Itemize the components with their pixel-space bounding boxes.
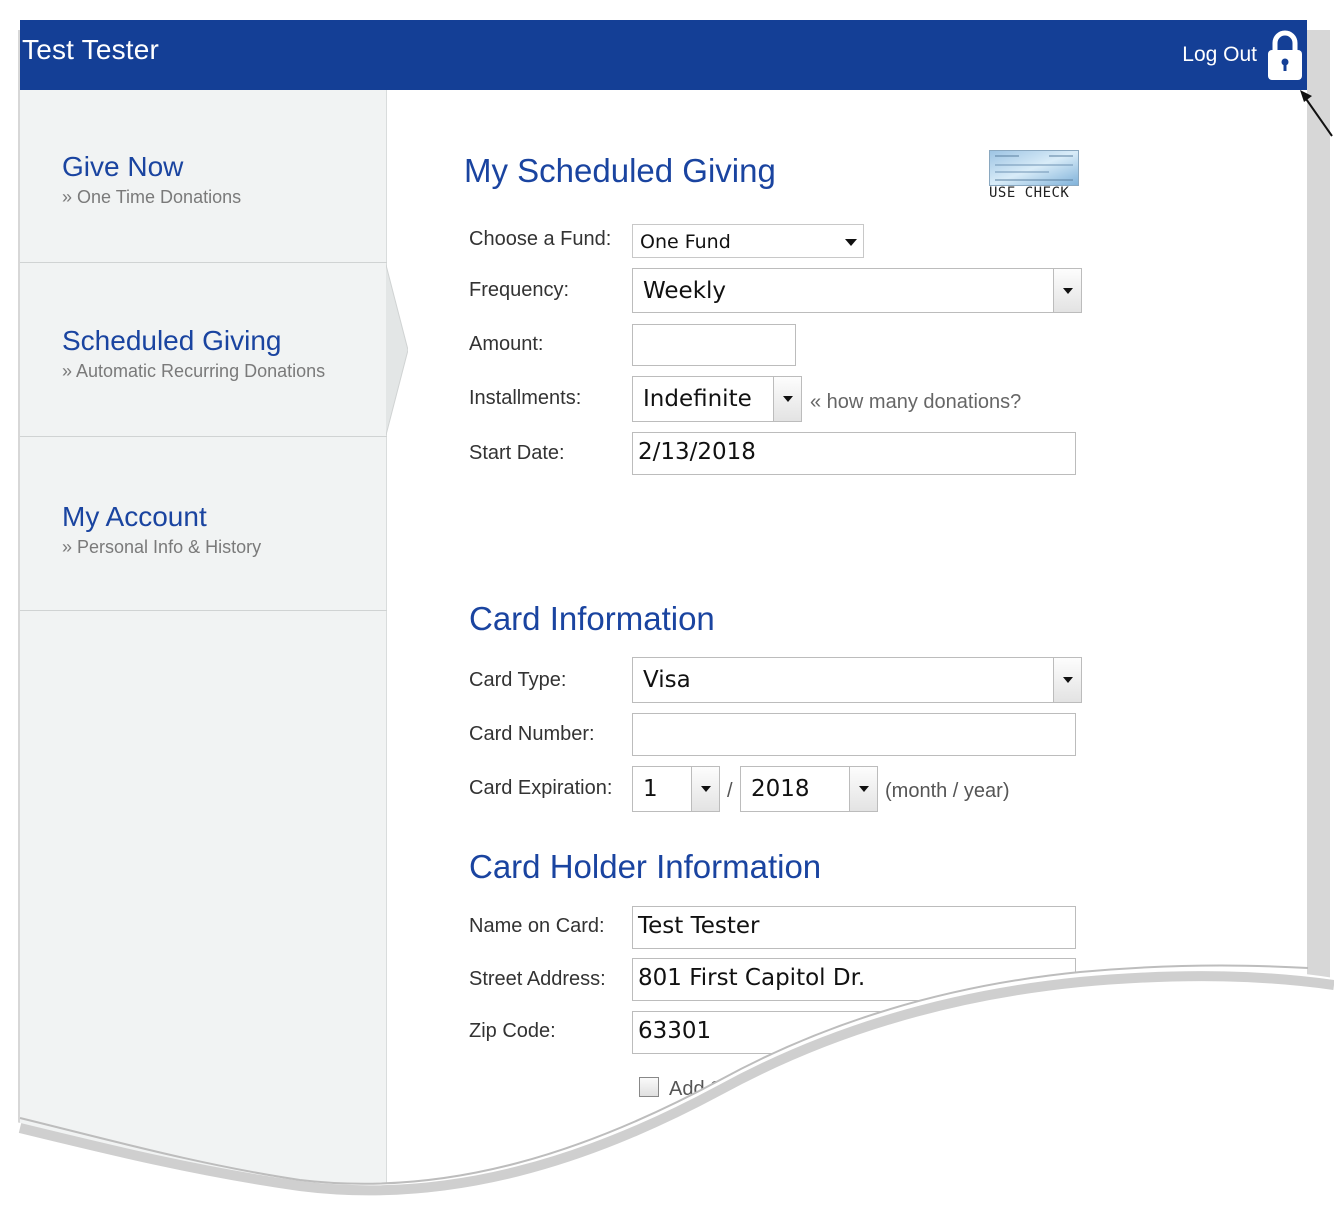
frequency-value: Weekly [643,278,727,304]
card-number-label: Card Number: [469,723,595,745]
zip-code-label: Zip Code: [469,1020,556,1042]
chevron-down-icon[interactable] [1053,269,1081,312]
chevron-down-icon[interactable] [849,767,877,811]
installments-value: Indefinite [643,386,752,412]
card-expiration-label: Card Expiration: [469,777,613,799]
card-type-value: Visa [643,667,691,693]
start-date-input[interactable]: 2/13/2018 [632,432,1076,475]
user-name: Test Tester [22,34,160,65]
sidebar-item-subtitle: » One Time Donations [62,187,242,207]
sidebar-item-subtitle: » Personal Info & History [62,537,262,557]
chevron-down-icon[interactable] [1053,658,1081,702]
chevron-down-icon [845,239,857,246]
sidebar-item-title: Scheduled Giving [62,325,282,356]
installments-hint: « how many donations? [810,391,1022,413]
sidebar-item-give-now[interactable]: Give Now » One Time Donations [20,90,387,263]
add-checkbox-label: Add 2 [669,1078,722,1100]
exp-month-select[interactable]: 1 [632,766,720,812]
name-on-card-label: Name on Card: [469,915,605,937]
exp-year-select[interactable]: 2018 [740,766,878,812]
fund-label: Choose a Fund: [469,228,612,250]
sidebar-item-subtitle: » Automatic Recurring Donations [62,361,326,381]
page-title: My Scheduled Giving [464,152,776,189]
card-number-input[interactable] [632,713,1076,756]
top-bar: Test Tester Log Out [20,20,1307,90]
card-type-label: Card Type: [469,669,567,691]
exp-month-value: 1 [643,776,658,802]
fund-value: One Fund [640,231,731,253]
street-address-label: Street Address: [469,968,606,990]
logout-button[interactable]: Log Out [1182,22,1307,88]
amount-input[interactable] [632,324,796,366]
lock-icon [1268,30,1302,80]
chevron-down-icon[interactable] [773,377,801,421]
sidebar-item-scheduled-giving[interactable]: Scheduled Giving » Automatic Recurring D… [20,263,387,437]
sidebar-item-my-account[interactable]: My Account » Personal Info & History [20,437,387,611]
card-section-title: Card Information [469,600,715,637]
amount-label: Amount: [469,333,544,355]
name-on-card-input[interactable]: Test Tester [632,906,1076,949]
main-content: My Scheduled Giving USE CHECK Choose a F… [388,90,1307,1190]
sidebar-item-title: My Account [62,501,207,532]
frequency-label: Frequency: [469,279,570,301]
holder-section-title: Card Holder Information [469,848,822,885]
chevron-down-icon[interactable] [691,767,719,811]
use-check-label: USE CHECK [989,185,1070,201]
zip-code-input[interactable]: 63301 [632,1011,1076,1054]
installments-select[interactable]: Indefinite [632,376,802,422]
sidebar: Give Now » One Time Donations Scheduled … [20,90,408,1190]
installments-label: Installments: [469,387,582,409]
use-check-button[interactable]: USE CHECK [989,150,1081,201]
fund-select[interactable]: One Fund [632,224,864,258]
frequency-select[interactable]: Weekly [632,268,1082,313]
exp-year-value: 2018 [751,776,810,802]
check-icon [989,150,1079,186]
exp-hint: (month / year) [885,780,1010,802]
sidebar-item-title: Give Now [62,151,184,182]
start-date-label: Start Date: [469,442,565,464]
card-type-select[interactable]: Visa [632,657,1082,703]
logout-label: Log Out [1182,43,1257,66]
add-checkbox[interactable] [639,1077,659,1097]
pointer-arrow-icon [1300,90,1333,137]
exp-separator: / [727,780,733,802]
page: Test Tester Log Out Give Now » One Time … [20,20,1307,1190]
street-address-input[interactable]: 801 First Capitol Dr. [632,958,1076,1001]
